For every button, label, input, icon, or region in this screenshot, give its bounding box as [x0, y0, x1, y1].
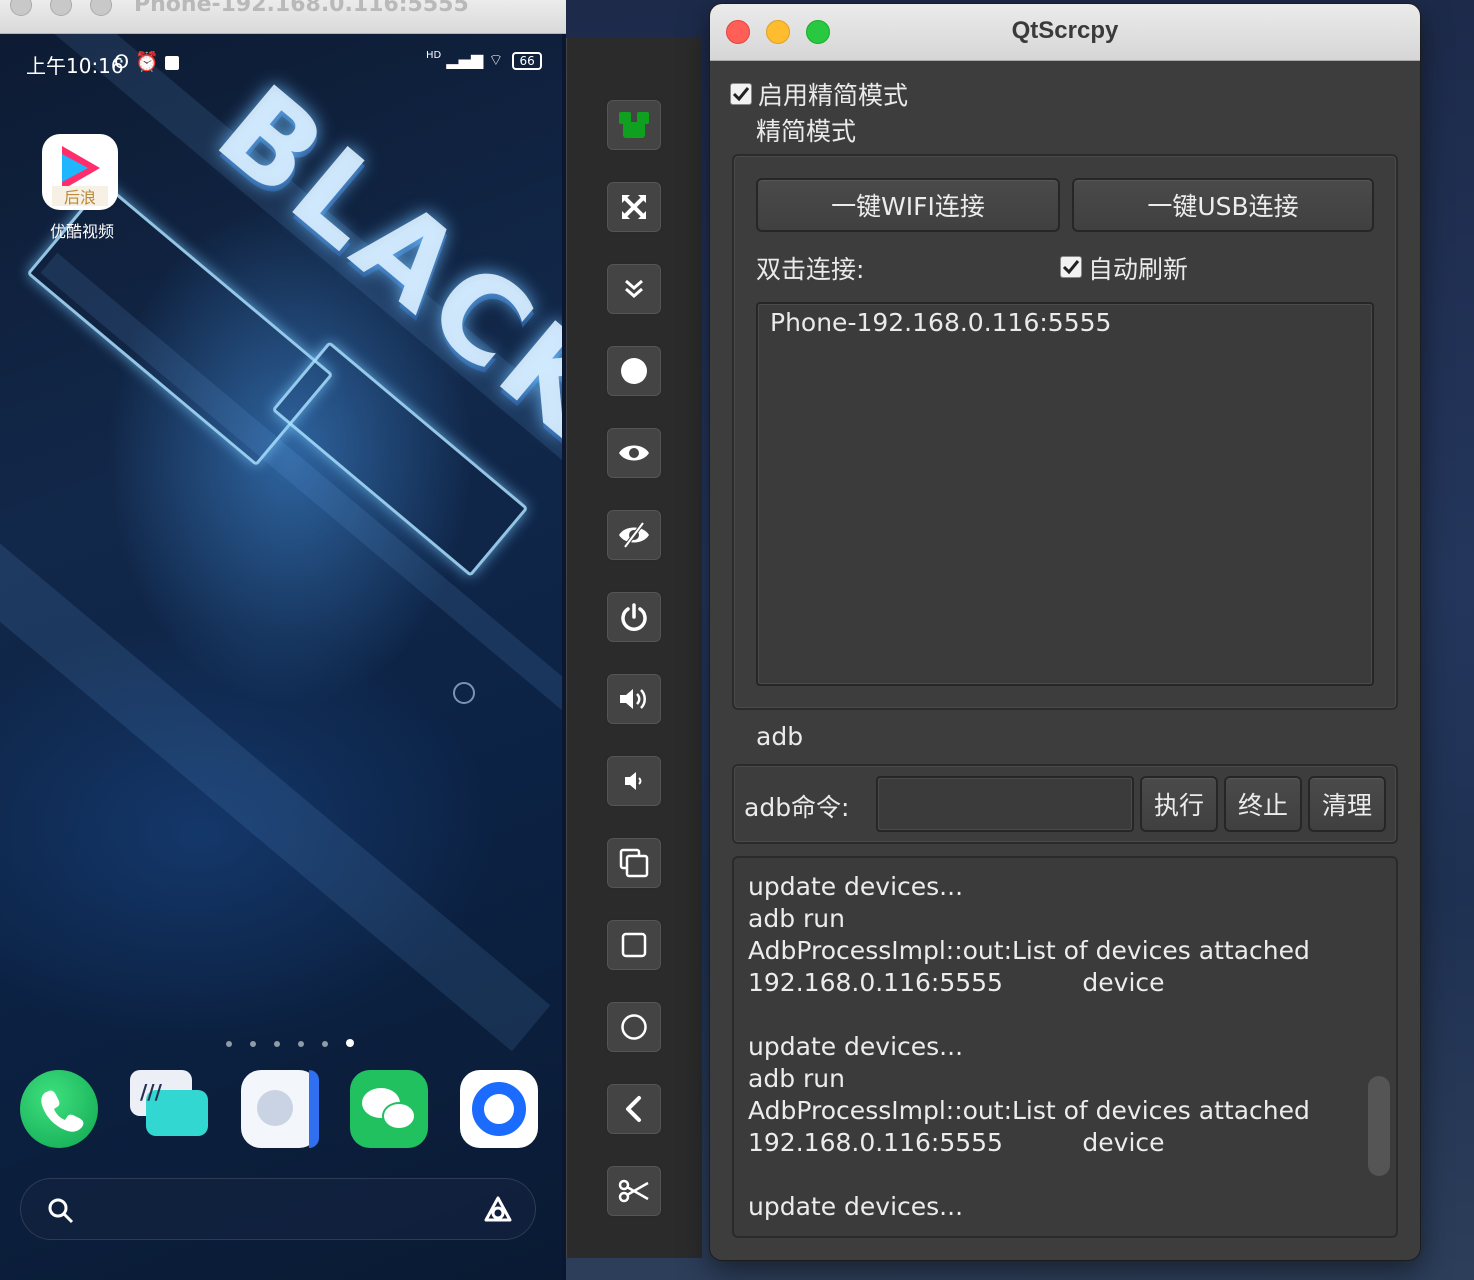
browser-icon[interactable]	[460, 1070, 538, 1148]
page-indicator	[226, 1032, 367, 1047]
minimize-button[interactable]	[50, 0, 72, 16]
log-line: 192.168.0.116:5555 device	[748, 1128, 1165, 1157]
power-icon	[621, 603, 647, 631]
phone-search-bar[interactable]	[20, 1178, 536, 1240]
stop-button[interactable]: 终止	[1224, 776, 1302, 832]
log-line: update devices...	[748, 1192, 964, 1221]
phone-screen[interactable]: BLACK SHARK 上午10:16 Ꙩ ⏰ HD ▂▄▆ ⌔ 66	[0, 34, 562, 1280]
wifi-connect-button[interactable]: 一键WIFI连接	[756, 178, 1060, 232]
expand-button[interactable]	[605, 180, 663, 234]
device-list[interactable]: Phone-192.168.0.116:5555	[756, 302, 1374, 686]
phone-window-titlebar: Phone-192.168.0.116:5555	[0, 0, 566, 34]
cell-bars-icon: ▂▄▆	[446, 50, 484, 69]
hide-screen-button[interactable]	[605, 508, 663, 562]
log-scrollbar[interactable]	[1368, 1076, 1390, 1176]
screenshot-icon	[618, 1179, 649, 1203]
youku-icon: 后浪	[42, 134, 118, 210]
signal-icon: HD	[426, 50, 442, 61]
usb-connect-button[interactable]: 一键USB连接	[1072, 178, 1374, 232]
device-list-item[interactable]: Phone-192.168.0.116:5555	[770, 308, 1111, 337]
app-switch-button[interactable]	[605, 836, 663, 890]
square-icon	[621, 932, 647, 958]
page-dot	[274, 1041, 281, 1047]
hide-screen-icon	[619, 521, 649, 549]
record-button[interactable]	[605, 344, 663, 398]
volume-up-button[interactable]	[605, 672, 663, 726]
simple-mode-checkbox[interactable]	[730, 83, 752, 105]
app-switch-icon	[619, 848, 649, 878]
checkmark-icon	[1062, 260, 1080, 275]
show-touches-icon	[619, 445, 649, 461]
wallpaper-circle-icon	[453, 682, 475, 704]
volume-down-icon	[625, 772, 642, 790]
page-dot	[322, 1041, 329, 1047]
log-line: update devices...	[748, 872, 964, 901]
status-time: 上午10:16	[26, 54, 124, 78]
home-app-youku[interactable]: 后浪 优酷视频	[42, 134, 120, 242]
phone-mirror-window: Phone-192.168.0.116:5555 BLACK SHARK 上午1…	[0, 0, 566, 1280]
log-output[interactable]: update devices... adb run AdbProcessImpl…	[732, 856, 1398, 1238]
status-right-icons: HD ▂▄▆ ⌔ 66	[426, 50, 542, 70]
zoom-button[interactable]	[90, 0, 112, 16]
phone-window-title: Phone-192.168.0.116:5555	[134, 0, 469, 17]
page-dot	[298, 1041, 305, 1047]
app-notification-icon	[164, 55, 179, 70]
log-line: adb run	[748, 1064, 845, 1093]
svg-text:后浪: 后浪	[64, 188, 96, 207]
clear-button[interactable]: 清理	[1308, 776, 1386, 832]
simple-mode-label: 启用精简模式	[758, 81, 909, 110]
collapse-button[interactable]	[605, 262, 663, 316]
mute-icon: Ꙩ	[114, 51, 129, 73]
qtscrcpy-window: QtScrcpy 启用精简模式 精简模式 一键WIFI连接 一键USB连接 双击…	[710, 4, 1420, 1260]
log-line: 192.168.0.116:5555 device	[748, 968, 1165, 997]
auto-refresh-checkbox[interactable]	[1060, 256, 1082, 278]
qtscrcpy-titlebar: QtScrcpy	[710, 4, 1420, 61]
page-dot-active	[346, 1039, 355, 1047]
page-dot	[226, 1041, 232, 1047]
log-line: AdbProcessImpl::out:List of devices atta…	[748, 1096, 1310, 1125]
window-title: QtScrcpy	[1011, 17, 1119, 44]
phone-icon[interactable]	[20, 1070, 98, 1148]
notification-icons: Ꙩ ⏰	[114, 50, 179, 73]
home-icon	[621, 1014, 647, 1040]
adb-command-input[interactable]	[876, 776, 1134, 832]
control-toolbar	[566, 38, 702, 1258]
execute-button[interactable]: 执行	[1140, 776, 1218, 832]
adb-group-title: adb	[756, 722, 804, 751]
messages-icon[interactable]: ///	[130, 1070, 208, 1148]
wifi-icon: ⌔	[488, 50, 504, 69]
wechat-icon[interactable]	[350, 1070, 428, 1148]
page-dot	[250, 1041, 257, 1047]
record-icon	[621, 358, 647, 384]
log-line: adb run	[748, 904, 845, 933]
back-icon	[626, 1096, 641, 1122]
expand-icon	[622, 195, 646, 219]
battery-icon: 66	[512, 52, 542, 70]
auto-refresh-label: 自动刷新	[1088, 255, 1189, 284]
switch-fullscreen-icon	[619, 112, 649, 138]
assistant-icon[interactable]	[483, 1195, 513, 1225]
home-button[interactable]	[605, 1000, 663, 1054]
log-line: update devices...	[748, 1032, 964, 1061]
collapse-icon	[625, 279, 643, 298]
back-button[interactable]	[605, 1082, 663, 1136]
search-icon	[48, 1198, 74, 1224]
close-button[interactable]	[10, 0, 32, 16]
power-button[interactable]	[605, 590, 663, 644]
alarm-icon: ⏰	[135, 51, 159, 73]
phone-status-bar: 上午10:16 Ꙩ ⏰ HD ▂▄▆ ⌔ 66	[0, 34, 562, 90]
volume-up-icon	[620, 689, 646, 709]
adb-command-label: adb命令:	[744, 793, 850, 822]
screenshot-button[interactable]	[605, 1164, 663, 1218]
simple-mode-group-title: 精简模式	[756, 117, 857, 146]
app-label: 优酷视频	[49, 222, 114, 241]
contacts-icon[interactable]	[241, 1070, 319, 1148]
menu-button[interactable]	[605, 918, 663, 972]
log-line: AdbProcessImpl::out:List of devices atta…	[748, 936, 1310, 965]
switch-fullscreen-button[interactable]	[605, 98, 663, 152]
double-click-label: 双击连接:	[756, 255, 865, 284]
checkmark-icon	[732, 87, 750, 102]
show-touches-button[interactable]	[605, 426, 663, 480]
volume-down-button[interactable]	[605, 754, 663, 808]
